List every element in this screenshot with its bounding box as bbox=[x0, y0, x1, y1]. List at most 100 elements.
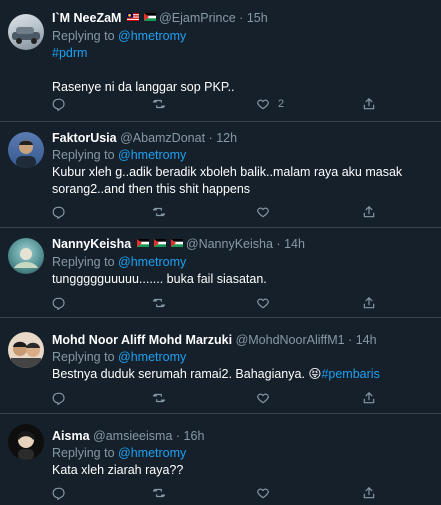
retweet-icon bbox=[152, 393, 166, 403]
share-button[interactable] bbox=[362, 97, 376, 111]
flag-icons bbox=[125, 13, 159, 25]
share-button[interactable] bbox=[362, 205, 376, 219]
tweet-actions bbox=[52, 486, 432, 502]
like-icon bbox=[257, 393, 269, 404]
display-name[interactable]: FaktorUsia bbox=[52, 131, 117, 145]
separator-dot: · bbox=[348, 333, 353, 347]
tweet-header: FaktorUsia @AbamzDonat · 12h bbox=[52, 130, 433, 146]
share-icon bbox=[363, 206, 375, 218]
tweet[interactable]: Mohd Noor Aliff Mohd Marzuki @MohdNoorAl… bbox=[0, 318, 441, 414]
tweet-content: I`M NeeZaM @EjamPrince · 15h Replying to… bbox=[52, 10, 433, 96]
tweet-header: I`M NeeZaM @EjamPrince · 15h bbox=[52, 10, 433, 27]
reply-button[interactable] bbox=[52, 391, 66, 405]
user-handle[interactable]: @NannyKeisha bbox=[186, 237, 273, 251]
like-count: 2 bbox=[278, 98, 285, 110]
timestamp[interactable]: 12h bbox=[216, 131, 237, 145]
tweet[interactable]: I`M NeeZaM @EjamPrince · 15h Replying to… bbox=[0, 0, 441, 122]
like-button[interactable] bbox=[256, 391, 270, 405]
tweet-content: FaktorUsia @AbamzDonat · 12h Replying to… bbox=[52, 130, 433, 198]
replying-to: Replying to @hmetromy bbox=[52, 147, 433, 164]
display-name[interactable]: Aisma bbox=[52, 429, 90, 443]
tweet-text: #pdrm Rasenye ni da langgar sop PKP.. bbox=[52, 45, 433, 96]
user-handle[interactable]: @amsieeisma bbox=[93, 429, 172, 443]
like-button[interactable] bbox=[256, 205, 270, 219]
mention-link[interactable]: @hmetromy bbox=[118, 255, 186, 269]
reply-button[interactable] bbox=[52, 205, 66, 219]
retweet-button[interactable] bbox=[152, 205, 166, 219]
retweet-icon bbox=[152, 99, 166, 109]
reply-icon bbox=[52, 487, 65, 500]
separator-dot: · bbox=[239, 11, 244, 25]
retweet-icon bbox=[152, 298, 166, 308]
replying-to-prefix: Replying to bbox=[52, 446, 115, 460]
display-name[interactable]: Mohd Noor Aliff Mohd Marzuki bbox=[52, 333, 232, 347]
retweet-button[interactable] bbox=[152, 391, 166, 405]
palestine-flag-icon bbox=[136, 239, 149, 247]
hashtag-link[interactable]: #pdrm bbox=[52, 45, 433, 62]
tweet-content: Mohd Noor Aliff Mohd Marzuki @MohdNoorAl… bbox=[52, 332, 433, 383]
timestamp[interactable]: 16h bbox=[184, 429, 205, 443]
tweet-content: Aisma @amsieeisma · 16h Replying to @hme… bbox=[52, 428, 433, 479]
tweet[interactable]: FaktorUsia @AbamzDonat · 12h Replying to… bbox=[0, 122, 441, 228]
user-handle[interactable]: @MohdNoorAliffM1 bbox=[236, 333, 345, 347]
timestamp[interactable]: 15h bbox=[247, 11, 268, 25]
squinting-tongue-emoji: 😝 bbox=[308, 367, 322, 381]
replying-to: Replying to @hmetromy bbox=[52, 254, 433, 271]
replying-to: Replying to @hmetromy bbox=[52, 349, 433, 366]
avatar[interactable] bbox=[8, 424, 44, 460]
tweet[interactable]: NannyKeisha @NannyKeisha · 14h Replying … bbox=[0, 228, 441, 318]
reply-button[interactable] bbox=[52, 97, 66, 111]
replying-to-prefix: Replying to bbox=[52, 148, 115, 162]
share-icon bbox=[363, 392, 375, 404]
hashtag-link[interactable]: #pembaris bbox=[321, 367, 379, 381]
timestamp[interactable]: 14h bbox=[356, 333, 377, 347]
mention-link[interactable]: @hmetromy bbox=[118, 446, 186, 460]
malaysia-flag-icon bbox=[126, 13, 139, 21]
flag-icons bbox=[135, 239, 186, 251]
reply-icon bbox=[52, 98, 65, 111]
avatar[interactable] bbox=[8, 14, 44, 50]
tweet[interactable]: Aisma @amsieeisma · 16h Replying to @hme… bbox=[0, 414, 441, 505]
replying-to-prefix: Replying to bbox=[52, 29, 115, 43]
display-name[interactable]: NannyKeisha bbox=[52, 237, 131, 251]
tweet-header: Aisma @amsieeisma · 16h bbox=[52, 428, 433, 444]
retweet-button[interactable] bbox=[152, 97, 166, 111]
retweet-icon bbox=[152, 488, 166, 498]
tweet-header: Mohd Noor Aliff Mohd Marzuki @MohdNoorAl… bbox=[52, 332, 433, 348]
tweet-actions bbox=[52, 391, 432, 407]
palestine-flag-icon bbox=[144, 13, 156, 21]
avatar[interactable] bbox=[8, 132, 44, 168]
user-handle[interactable]: @EjamPrince bbox=[159, 11, 236, 25]
like-button[interactable] bbox=[256, 486, 270, 500]
mention-link[interactable]: @hmetromy bbox=[118, 148, 186, 162]
share-button[interactable] bbox=[362, 486, 376, 500]
avatar-image bbox=[16, 140, 36, 168]
reply-icon bbox=[52, 206, 65, 219]
user-handle[interactable]: @AbamzDonat bbox=[120, 131, 205, 145]
like-button[interactable]: 2 bbox=[256, 97, 284, 111]
retweet-button[interactable] bbox=[152, 486, 166, 500]
timestamp[interactable]: 14h bbox=[284, 237, 305, 251]
like-button[interactable] bbox=[256, 296, 270, 310]
mention-link[interactable]: @hmetromy bbox=[118, 350, 186, 364]
tweet-text: Kubur xleh g..adik beradik xboleh balik.… bbox=[52, 164, 433, 198]
palestine-flag-icon bbox=[153, 239, 166, 247]
display-name[interactable]: I`M NeeZaM bbox=[52, 11, 121, 25]
tweet-actions bbox=[52, 296, 432, 312]
avatar[interactable] bbox=[8, 238, 44, 274]
reply-button[interactable] bbox=[52, 486, 66, 500]
tweet-text-line: Kubur xleh g..adik beradik xboleh balik.… bbox=[52, 165, 403, 179]
retweet-button[interactable] bbox=[152, 296, 166, 310]
reply-button[interactable] bbox=[52, 296, 66, 310]
mention-link[interactable]: @hmetromy bbox=[118, 29, 186, 43]
tweet-text: Bestnya duduk serumah ramai2. Bahagianya… bbox=[52, 366, 433, 383]
avatar[interactable] bbox=[8, 332, 44, 368]
avatar-image bbox=[17, 431, 35, 460]
share-button[interactable] bbox=[362, 296, 376, 310]
share-icon bbox=[363, 487, 375, 499]
replying-to: Replying to @hmetromy bbox=[52, 445, 433, 462]
reply-icon bbox=[52, 297, 65, 310]
like-icon bbox=[257, 488, 269, 499]
share-button[interactable] bbox=[362, 391, 376, 405]
separator-dot: · bbox=[276, 237, 281, 251]
